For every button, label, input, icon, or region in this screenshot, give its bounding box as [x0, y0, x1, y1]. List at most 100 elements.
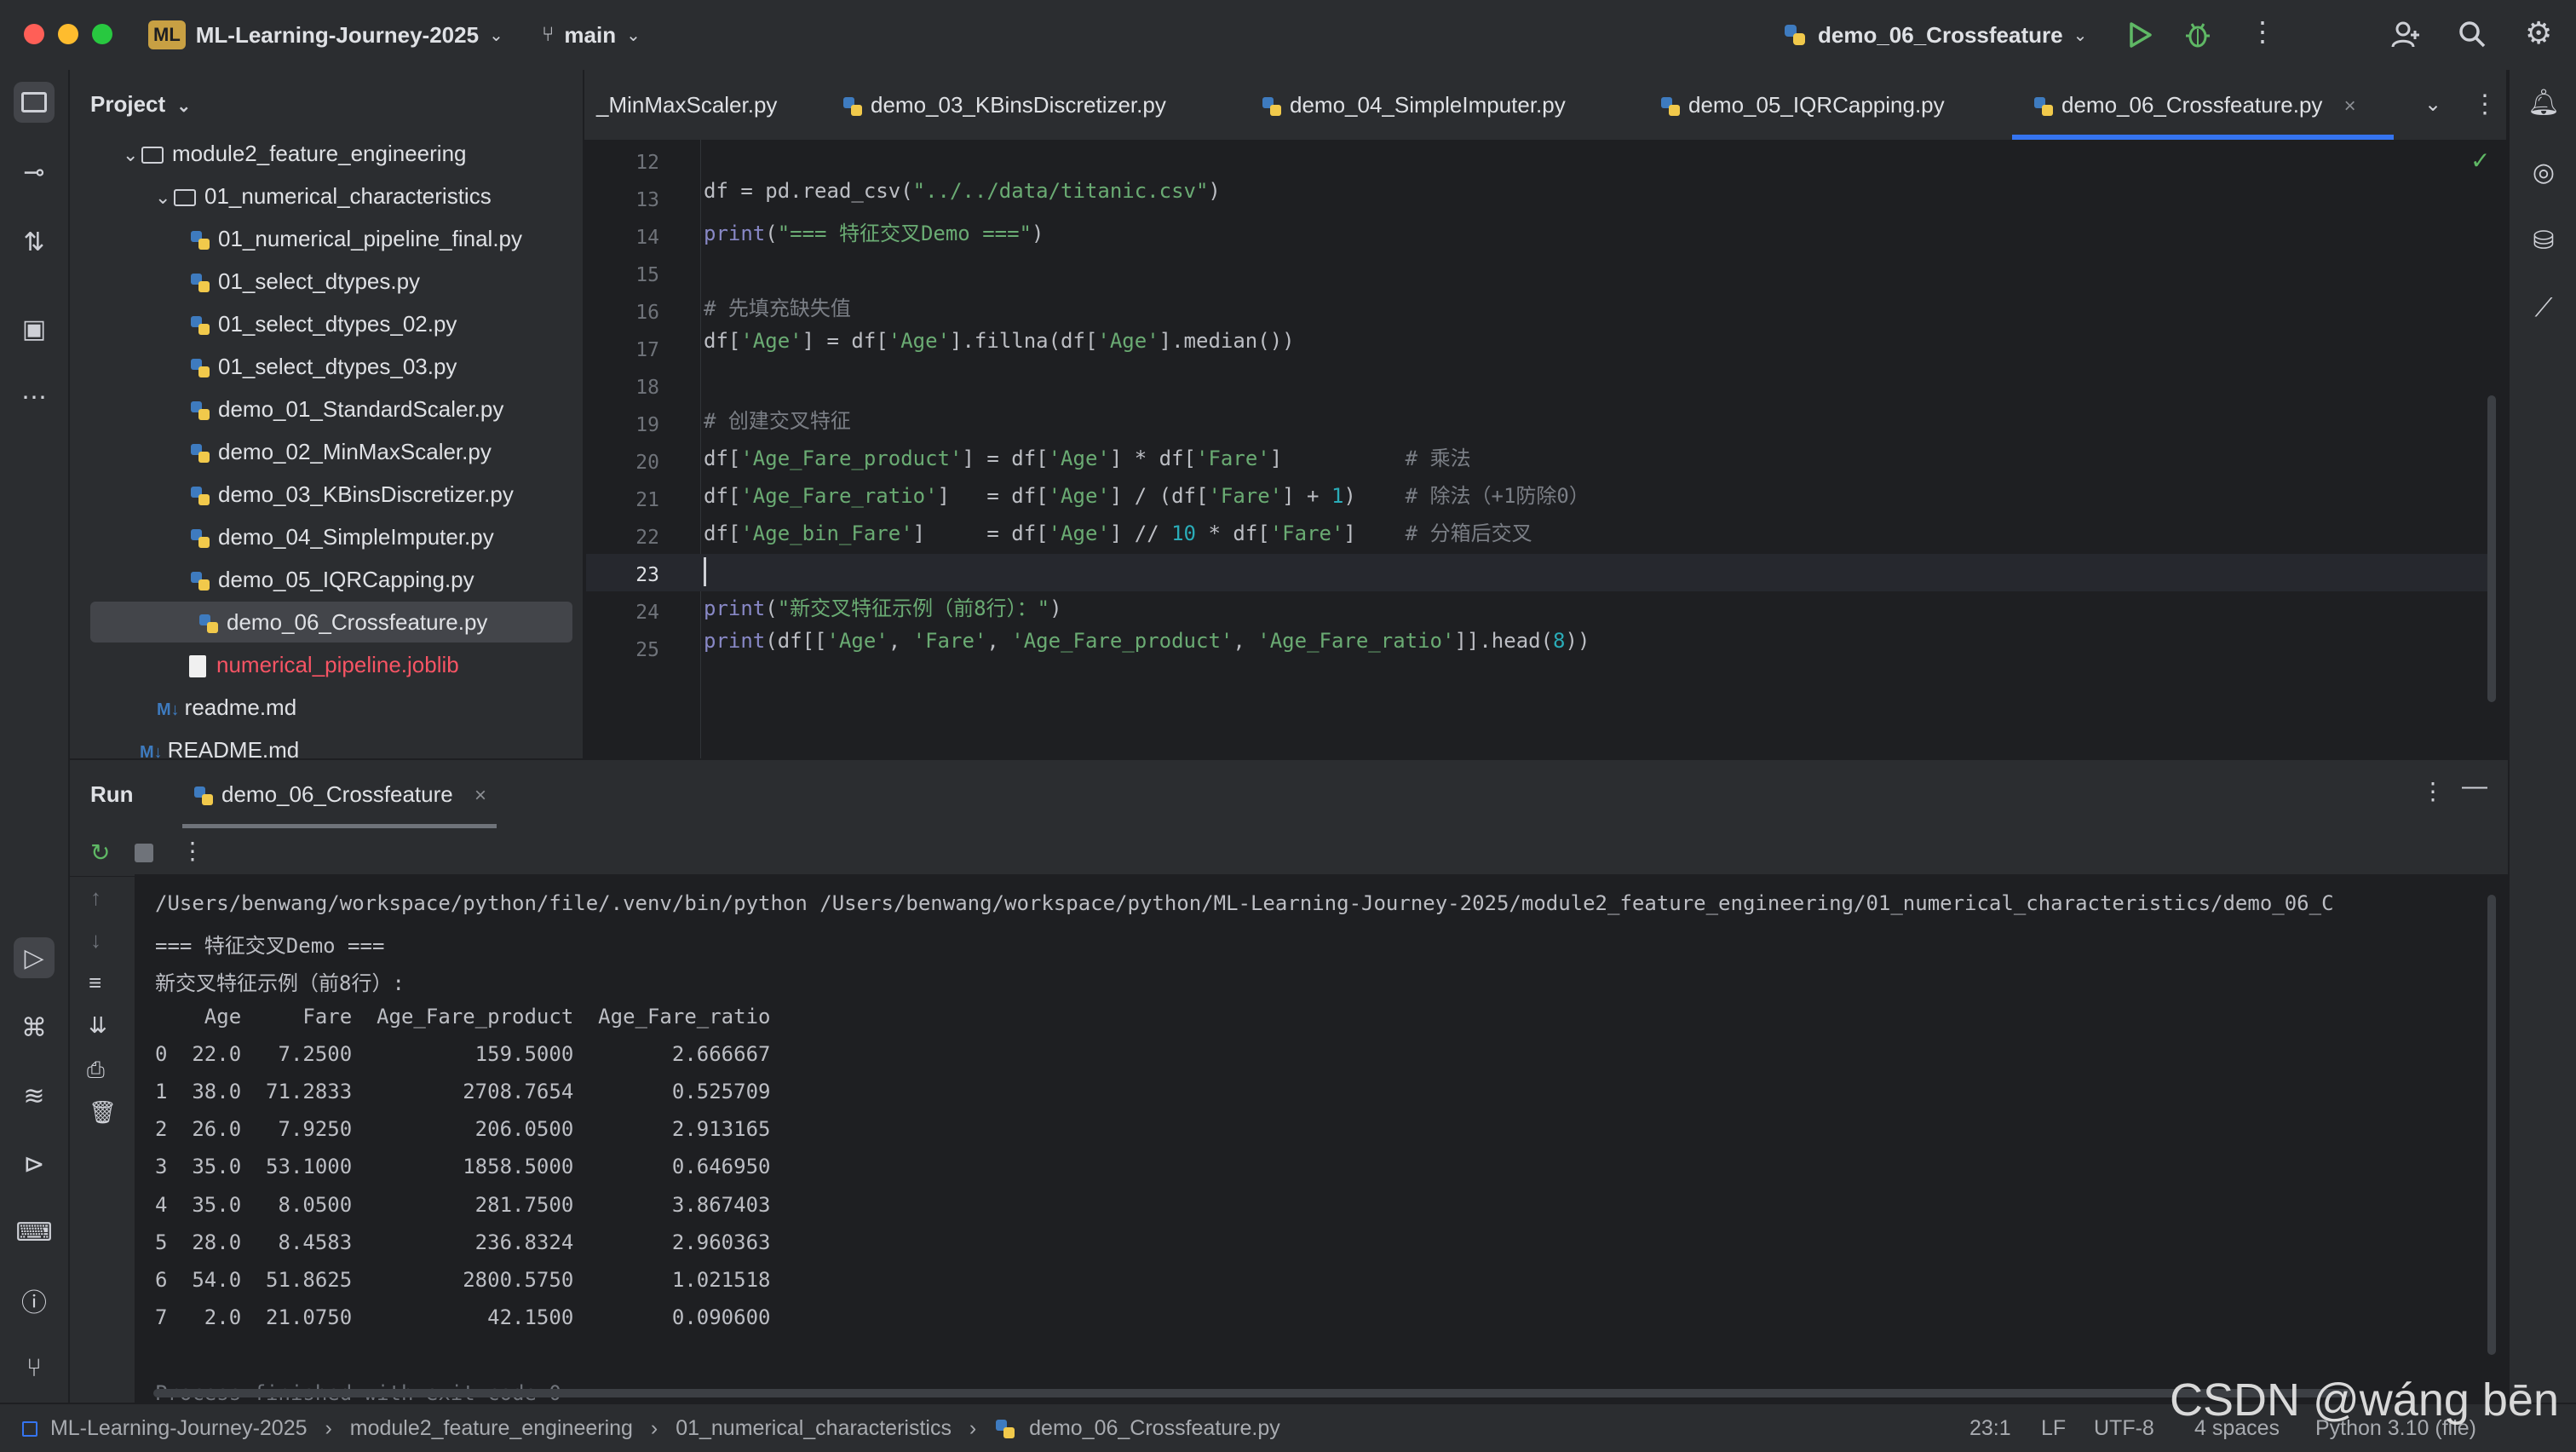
tree-item[interactable]: demo_06_Crossfeature.py: [90, 602, 572, 642]
notifications-tool-button[interactable]: 🔔︎: [2523, 82, 2564, 123]
line-ending[interactable]: LF: [2041, 1404, 2066, 1452]
problems-icon: ⓘ: [21, 1289, 47, 1317]
trash-icon[interactable]: 🗑︎: [89, 1099, 117, 1126]
console-line: 1 38.0 71.2833 2708.7654 0.525709: [155, 1080, 771, 1103]
arrow-up-icon[interactable]: ↑: [90, 884, 101, 911]
close-tab-icon[interactable]: ×: [474, 784, 486, 807]
python-packages-tool-button[interactable]: ≋: [14, 1075, 55, 1116]
text-cursor: [704, 557, 706, 586]
run-panel-options-icon[interactable]: ⋮: [2421, 777, 2445, 805]
stop-icon[interactable]: [135, 844, 153, 862]
add-user-icon[interactable]: [2390, 19, 2421, 49]
tree-item[interactable]: 01_select_dtypes.py: [189, 261, 420, 302]
file-encoding[interactable]: UTF-8: [2094, 1404, 2154, 1452]
rerun-icon[interactable]: ↻: [90, 838, 110, 867]
pull-requests-tool-button[interactable]: ⇅: [14, 222, 55, 262]
editor-scrollbar[interactable]: [2487, 395, 2496, 702]
console-scrollbar[interactable]: [2487, 895, 2496, 1355]
tree-item[interactable]: 01_numerical_pipeline_final.py: [189, 218, 522, 259]
tree-item[interactable]: demo_05_IQRCapping.py: [189, 559, 474, 600]
sciview-tool-button[interactable]: ⟋: [2523, 288, 2564, 329]
no-problems-check-icon[interactable]: ✓: [2470, 147, 2490, 175]
search-icon[interactable]: [2457, 19, 2487, 49]
tab-crossfeature[interactable]: demo_06_Crossfeature.py ×: [2012, 70, 2394, 140]
tree-item-label: 01_select_dtypes.py: [218, 268, 421, 294]
tree-item[interactable]: 01_select_dtypes_02.py: [189, 303, 457, 344]
structure-tool-button[interactable]: ▣: [14, 308, 55, 349]
tab-minmaxscaler[interactable]: _MinMaxScaler.py: [596, 70, 777, 140]
run-tool-button[interactable]: ▷: [14, 937, 55, 978]
tree-item[interactable]: M↓ readme.md: [157, 687, 296, 728]
database-tool-button[interactable]: ⛁: [2523, 220, 2564, 261]
zoom-window-button[interactable]: [92, 24, 112, 44]
python-icon: [199, 614, 218, 634]
python-console-icon: ⌘: [21, 1013, 47, 1042]
structure-icon: ▣: [21, 314, 47, 343]
ai-assistant-tool-button[interactable]: ◎: [2523, 152, 2564, 193]
close-window-button[interactable]: [24, 24, 44, 44]
terminal-tool-button[interactable]: ⌨: [14, 1212, 55, 1253]
close-tab-icon[interactable]: ×: [2344, 95, 2356, 118]
project-switcher[interactable]: ML ML-Learning-Journey-2025 ⌄: [148, 0, 503, 70]
python-icon: [1785, 25, 1805, 45]
branch-switcher[interactable]: ⑂ main ⌄: [542, 0, 641, 70]
tree-item[interactable]: 01_select_dtypes_03.py: [189, 346, 457, 387]
tree-item[interactable]: demo_01_StandardScaler.py: [189, 389, 503, 429]
tab-iqrcapping[interactable]: demo_05_IQRCapping.py: [1659, 70, 1945, 140]
tree-item[interactable]: numerical_pipeline.joblib: [189, 644, 459, 685]
tab-more-icon[interactable]: ⋮: [2472, 70, 2498, 140]
chevron-down-icon[interactable]: ⌄: [123, 135, 141, 176]
arrow-down-icon[interactable]: ↓: [90, 927, 101, 954]
database-icon: ⛁: [2533, 226, 2555, 255]
project-tree: ⌄ module2_feature_engineering ⌄ 01_numerica…: [70, 70, 583, 758]
branch-name: main: [564, 21, 617, 48]
caret-position[interactable]: 23:1: [1969, 1404, 2011, 1452]
markdown-icon: M↓: [140, 743, 163, 758]
git-tool-button[interactable]: ⑂: [14, 1348, 55, 1389]
services-tool-button[interactable]: ⊳: [14, 1144, 55, 1184]
hide-panel-icon[interactable]: —: [2462, 772, 2487, 801]
more-icon: ⋯: [21, 383, 47, 412]
tree-item-label: demo_01_StandardScaler.py: [218, 396, 504, 422]
gear-icon[interactable]: ⚙: [2525, 15, 2552, 51]
python-console-tool-button[interactable]: ⌘: [14, 1007, 55, 1048]
console-horizontal-scrollbar[interactable]: [153, 1389, 2351, 1397]
tab-simpleimputer[interactable]: demo_04_SimpleImputer.py: [1261, 70, 1566, 140]
more-actions-icon[interactable]: ⋮: [181, 837, 204, 865]
run-icon[interactable]: [2126, 20, 2153, 49]
run-config-selector[interactable]: demo_06_Crossfeature ⌄: [1782, 0, 2087, 70]
more-actions-icon[interactable]: ⋮: [2249, 15, 2276, 48]
line-number: 16: [635, 302, 659, 324]
tab-kbinsdiscretizer[interactable]: demo_03_KBinsDiscretizer.py: [842, 70, 1166, 140]
project-tool-button[interactable]: [14, 82, 55, 123]
scroll-to-end-icon[interactable]: ⇊: [89, 1012, 107, 1039]
run-tab[interactable]: demo_06_Crossfeature ×: [182, 760, 497, 828]
problems-tool-button[interactable]: ⓘ: [14, 1280, 55, 1321]
more-tools-button[interactable]: ⋯: [14, 377, 55, 418]
tab-list-chevron-icon[interactable]: ⌄: [2424, 70, 2441, 140]
minimize-window-button[interactable]: [58, 24, 78, 44]
breadcrumb-item[interactable]: demo_06_Crossfeature.py: [1029, 1416, 1280, 1440]
breadcrumb-item[interactable]: module2_feature_engineering: [350, 1416, 633, 1440]
soft-wrap-icon[interactable]: ≡: [89, 970, 101, 996]
debug-icon[interactable]: [2182, 19, 2213, 49]
tree-item-label: demo_02_MinMaxScaler.py: [218, 439, 492, 464]
print-icon[interactable]: ⎙: [87, 1057, 105, 1084]
line-number: 24: [635, 602, 659, 624]
tree-item[interactable]: ⌄ module2_feature_engineering: [123, 133, 467, 174]
console-line: 新交叉特征示例（前8行）:: [155, 971, 405, 996]
code-line-20: df['Age_Fare_product'] = df['Age'] * df[…: [704, 447, 1471, 470]
chevron-down-icon[interactable]: ⌄: [155, 177, 174, 218]
breadcrumb-item[interactable]: ML-Learning-Journey-2025: [50, 1416, 308, 1440]
breadcrumb-item[interactable]: 01_numerical_characteristics: [676, 1416, 952, 1440]
commit-tool-button[interactable]: ⊸: [14, 152, 55, 193]
ai-assistant-icon: ◎: [2532, 158, 2556, 187]
tree-item[interactable]: M↓ README.md: [140, 729, 299, 758]
run-panel-title: Run: [90, 781, 134, 807]
services-icon: ⊳: [23, 1150, 45, 1178]
tree-item[interactable]: ⌄ 01_numerical_characteristics: [155, 176, 492, 216]
console-line: 5 28.0 8.4583 236.8324 2.960363: [155, 1230, 771, 1254]
tree-item[interactable]: demo_03_KBinsDiscretizer.py: [189, 474, 514, 515]
tree-item[interactable]: demo_02_MinMaxScaler.py: [189, 431, 492, 472]
tree-item[interactable]: demo_04_SimpleImputer.py: [189, 516, 494, 557]
